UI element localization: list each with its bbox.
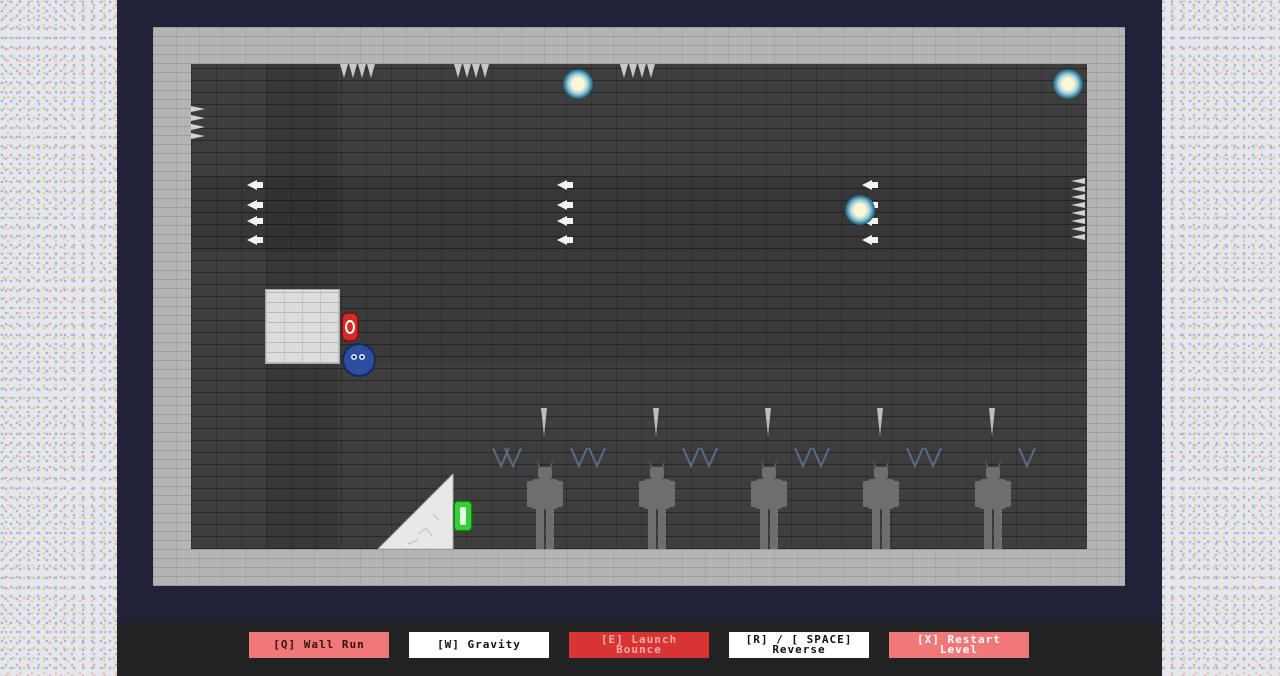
- wall-run-button[interactable]: [Q] Wall Run: [249, 632, 389, 658]
- gravity-button[interactable]: [W] Gravity: [409, 632, 549, 658]
- chevron-decoration-icon: [570, 447, 606, 469]
- arrow-trap-icon: [247, 180, 263, 245]
- hanging-spike-icon: [653, 408, 659, 436]
- knight-statue-icon: [527, 459, 563, 549]
- ceiling-spikes: [340, 64, 375, 78]
- chevron-decoration-icon: [682, 447, 718, 469]
- energy-orb-icon: [1053, 69, 1083, 99]
- player-blob: [342, 343, 376, 377]
- hanging-spike-icon: [989, 408, 995, 436]
- ability-hud: [Q] Wall Run [W] Gravity [E] Launch Boun…: [117, 622, 1162, 676]
- arrow-trap-column: [247, 180, 263, 254]
- stone-block-platform: [265, 289, 340, 364]
- knight-statue-icon: [751, 459, 787, 549]
- hanging-spike-icon: [877, 408, 883, 436]
- launch-bounce-button[interactable]: [E] Launch Bounce: [569, 632, 709, 658]
- level-playfield: [191, 64, 1087, 549]
- ceiling-spikes: [620, 64, 655, 78]
- hanging-spike-icon: [765, 408, 771, 436]
- knight-statue-icon: [863, 459, 899, 549]
- brick-band: [341, 252, 1087, 362]
- restart-level-button[interactable]: [X] Restart Level: [889, 632, 1029, 658]
- ceiling-spikes: [454, 64, 489, 78]
- reverse-button[interactable]: [R] / [ SPACE] Reverse: [729, 632, 869, 658]
- arrow-trap-icon: [557, 180, 573, 245]
- knight-statue-icon: [975, 459, 1011, 549]
- chevron-decoration-icon: [794, 447, 830, 469]
- red-door-icon: [341, 312, 359, 342]
- arrow-trap-column: [557, 180, 573, 254]
- chevron-decoration-icon: [906, 447, 942, 469]
- brick-band: [191, 176, 1087, 252]
- energy-orb-icon: [845, 195, 875, 225]
- energy-orb-icon: [563, 69, 593, 99]
- knight-statue-icon: [639, 459, 675, 549]
- stone-ramp: [378, 474, 454, 549]
- chevron-decoration-icon: [1018, 447, 1036, 469]
- exit-portal-icon[interactable]: [453, 500, 473, 532]
- wall-spikes-left: [191, 106, 205, 142]
- hanging-spike-icon: [541, 408, 547, 436]
- wall-spikes-right: [1071, 178, 1085, 242]
